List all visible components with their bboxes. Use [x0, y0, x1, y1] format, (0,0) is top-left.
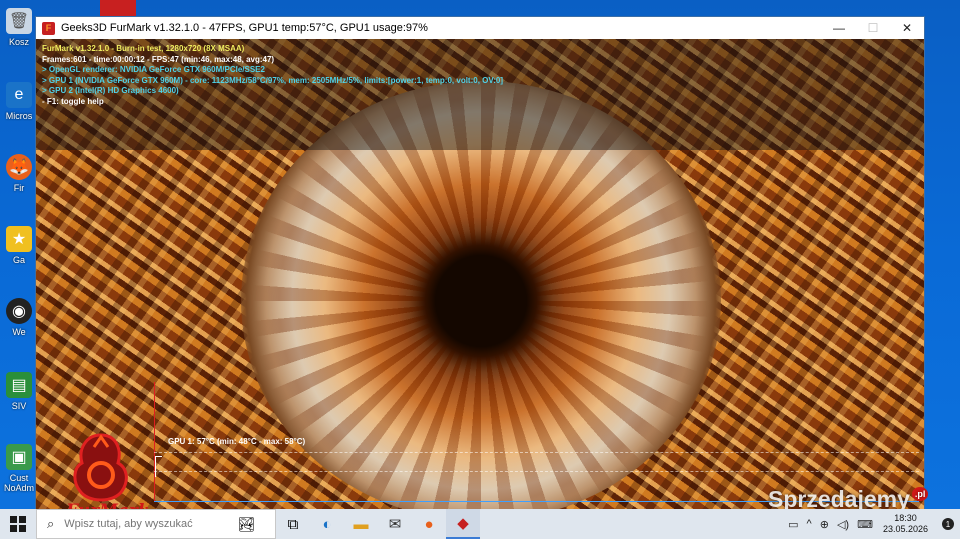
furmark-icon: ◆: [457, 515, 469, 532]
osd-gpu1-line: > GPU 1 (NVIDIA GeForce GTX 960M) - core…: [42, 75, 504, 85]
osd-title-line: FurMark v1.32.1.0 - Burn-in test, 1280x7…: [42, 44, 245, 53]
osd-frames-line: Frames:601 - time:00:00:12 - FPS:47 (min…: [42, 54, 275, 64]
siv-icon: ▤: [6, 372, 32, 398]
edge-icon: ◐: [322, 515, 332, 533]
desktop-icon-label: Cust NoAdm: [3, 473, 34, 493]
notification-center-button[interactable]: 1: [936, 509, 960, 539]
osd-renderer-line: > OpenGL renderer: NVIDIA GeForce GTX 96…: [42, 65, 265, 75]
taskbar-firefox[interactable]: ●: [412, 509, 446, 539]
furmark-app-icon: F: [42, 21, 55, 35]
furmark-window: F Geeks3D FurMark v1.32.1.0 - 47FPS, GPU…: [36, 17, 924, 510]
desktop-icon-game[interactable]: ★ Ga: [0, 222, 38, 284]
clock-time: 18:30: [894, 513, 917, 523]
game-icon: ★: [6, 226, 32, 252]
system-tray: ▭ ^ ⊕ ◁) ⌨ 18:30 23.05.2026 1: [784, 509, 960, 539]
temperature-graph: GPU 1: 57°C (min: 48°C - max: 58°C): [154, 382, 919, 502]
minimize-button[interactable]: —: [822, 17, 856, 39]
windows-logo-icon: [10, 516, 26, 532]
clock-date: 23.05.2026: [882, 524, 928, 534]
desktop-icon-webcam[interactable]: ◉ We: [0, 294, 38, 356]
firefox-icon: ●: [424, 515, 434, 533]
osd-gpu2-line: > GPU 2 (Intel(R) HD Graphics 4600): [42, 86, 179, 96]
maximize-button[interactable]: ☐: [856, 17, 890, 39]
tray-chevron-icon[interactable]: ^: [807, 518, 812, 530]
taskbar-edge[interactable]: ◐: [310, 509, 344, 539]
desktop-icon-label: Fir: [13, 183, 25, 193]
notification-badge: 1: [942, 518, 954, 530]
search-input[interactable]: [62, 517, 227, 531]
network-icon[interactable]: ⊕: [820, 518, 829, 531]
recycle-bin-icon: 🗑: [6, 8, 32, 34]
taskbar-furmark[interactable]: ◆: [446, 509, 480, 539]
graph-min-line: [154, 471, 919, 472]
taskbar-explorer[interactable]: ▬: [344, 509, 378, 539]
furmark-logo: FurMark: [56, 429, 166, 510]
start-button[interactable]: [0, 509, 36, 539]
mail-icon: ✉: [388, 516, 402, 533]
desktop-icon-label: Ga: [12, 255, 25, 265]
desktop-icon-label: We: [12, 327, 26, 337]
taskbar-search[interactable]: ⌕ 🏞: [36, 509, 276, 539]
osd-help-line: - F1: toggle help: [42, 96, 104, 106]
furmark-logo-icon: [73, 433, 128, 502]
edge-icon: e: [6, 82, 32, 108]
desktop-icon-label: SIV: [11, 401, 27, 411]
taskbar: ⌕ 🏞 ⧉ ◐ ▬ ✉ ● ◆ ▭ ^ ⊕ ◁) ⌨ 18:30 23.05.2…: [0, 509, 960, 539]
red-desktop-icon[interactable]: [100, 0, 136, 17]
desktop-icon-label: Kosz: [8, 37, 29, 47]
desktop-icon-firefox[interactable]: 🦊 Fir: [0, 150, 38, 212]
watermark-suffix: .pl: [911, 487, 929, 501]
webcam-icon: ◉: [6, 298, 32, 324]
window-title: Geeks3D FurMark v1.32.1.0 - 47FPS, GPU1 …: [61, 22, 428, 34]
taskbar-mail[interactable]: ✉: [378, 509, 412, 539]
desktop-icon-label: Micros: [5, 111, 33, 121]
search-icon: ⌕: [47, 516, 55, 531]
graph-max-line: [154, 452, 919, 453]
osd-text: FurMark v1.32.1.0 - Burn-in test, 1280x7…: [42, 44, 503, 108]
desktop-icon-recycle-bin[interactable]: 🗑 Kosz: [0, 4, 38, 66]
volume-icon[interactable]: ◁): [837, 518, 849, 531]
task-view-icon: ⧉: [287, 515, 299, 533]
task-view-button[interactable]: ⧉: [276, 509, 310, 539]
custom-icon: ▣: [6, 444, 32, 470]
close-button[interactable]: ✕: [890, 17, 924, 39]
osd-overlay: FurMark v1.32.1.0 - Burn-in test, 1280x7…: [36, 39, 924, 150]
clock[interactable]: 18:30 23.05.2026: [883, 513, 928, 535]
folder-icon: ▬: [353, 515, 369, 533]
graph-label: GPU 1: 57°C (min: 48°C - max: 58°C): [168, 437, 306, 446]
language-icon[interactable]: ⌨: [857, 518, 873, 531]
firefox-icon: 🦊: [6, 154, 32, 180]
desktop-icon-custom[interactable]: ▣ Cust NoAdm: [0, 440, 38, 502]
desktop-icon-edge[interactable]: e Micros: [0, 78, 38, 140]
search-highlight-icon: 🏞: [237, 515, 256, 532]
render-viewport: FurMark v1.32.1.0 - Burn-in test, 1280x7…: [36, 39, 924, 510]
battery-icon[interactable]: ▭: [788, 518, 798, 531]
desktop-icon-siv[interactable]: ▤ SIV: [0, 368, 38, 430]
title-bar[interactable]: F Geeks3D FurMark v1.32.1.0 - 47FPS, GPU…: [36, 17, 924, 39]
